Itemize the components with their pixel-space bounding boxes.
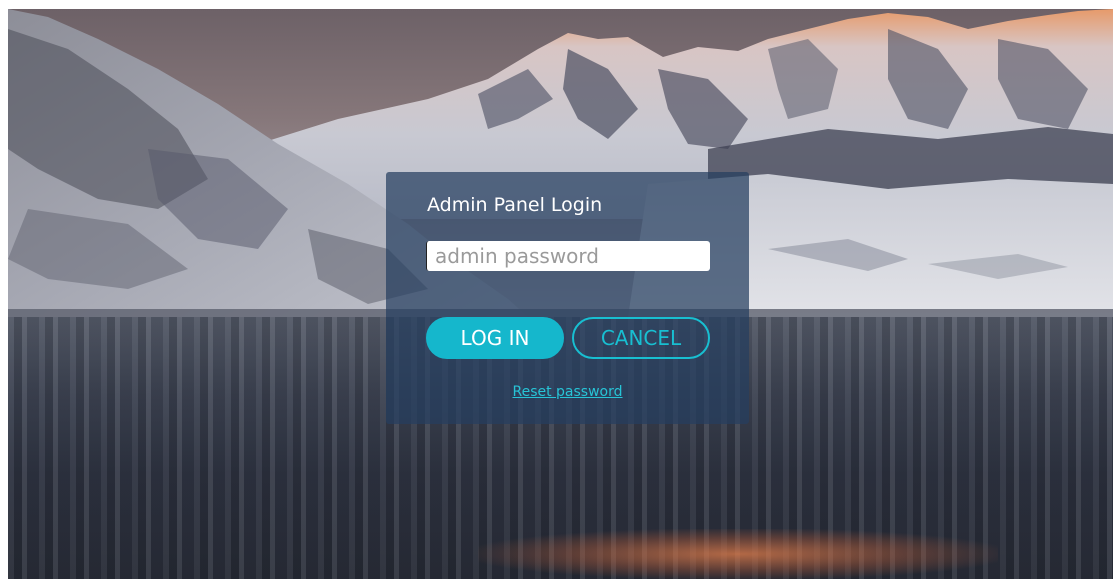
cancel-button[interactable]: CANCEL — [572, 317, 710, 359]
login-button[interactable]: LOG IN — [426, 317, 564, 359]
background-scene: Admin Panel Login LOG IN CANCEL Reset pa… — [8, 9, 1113, 579]
password-input[interactable] — [426, 241, 710, 271]
login-title: Admin Panel Login — [427, 194, 603, 216]
login-panel: Admin Panel Login LOG IN CANCEL Reset pa… — [386, 172, 749, 424]
reset-password-link[interactable]: Reset password — [386, 384, 749, 400]
sunset-reflection-glow — [478, 529, 998, 579]
